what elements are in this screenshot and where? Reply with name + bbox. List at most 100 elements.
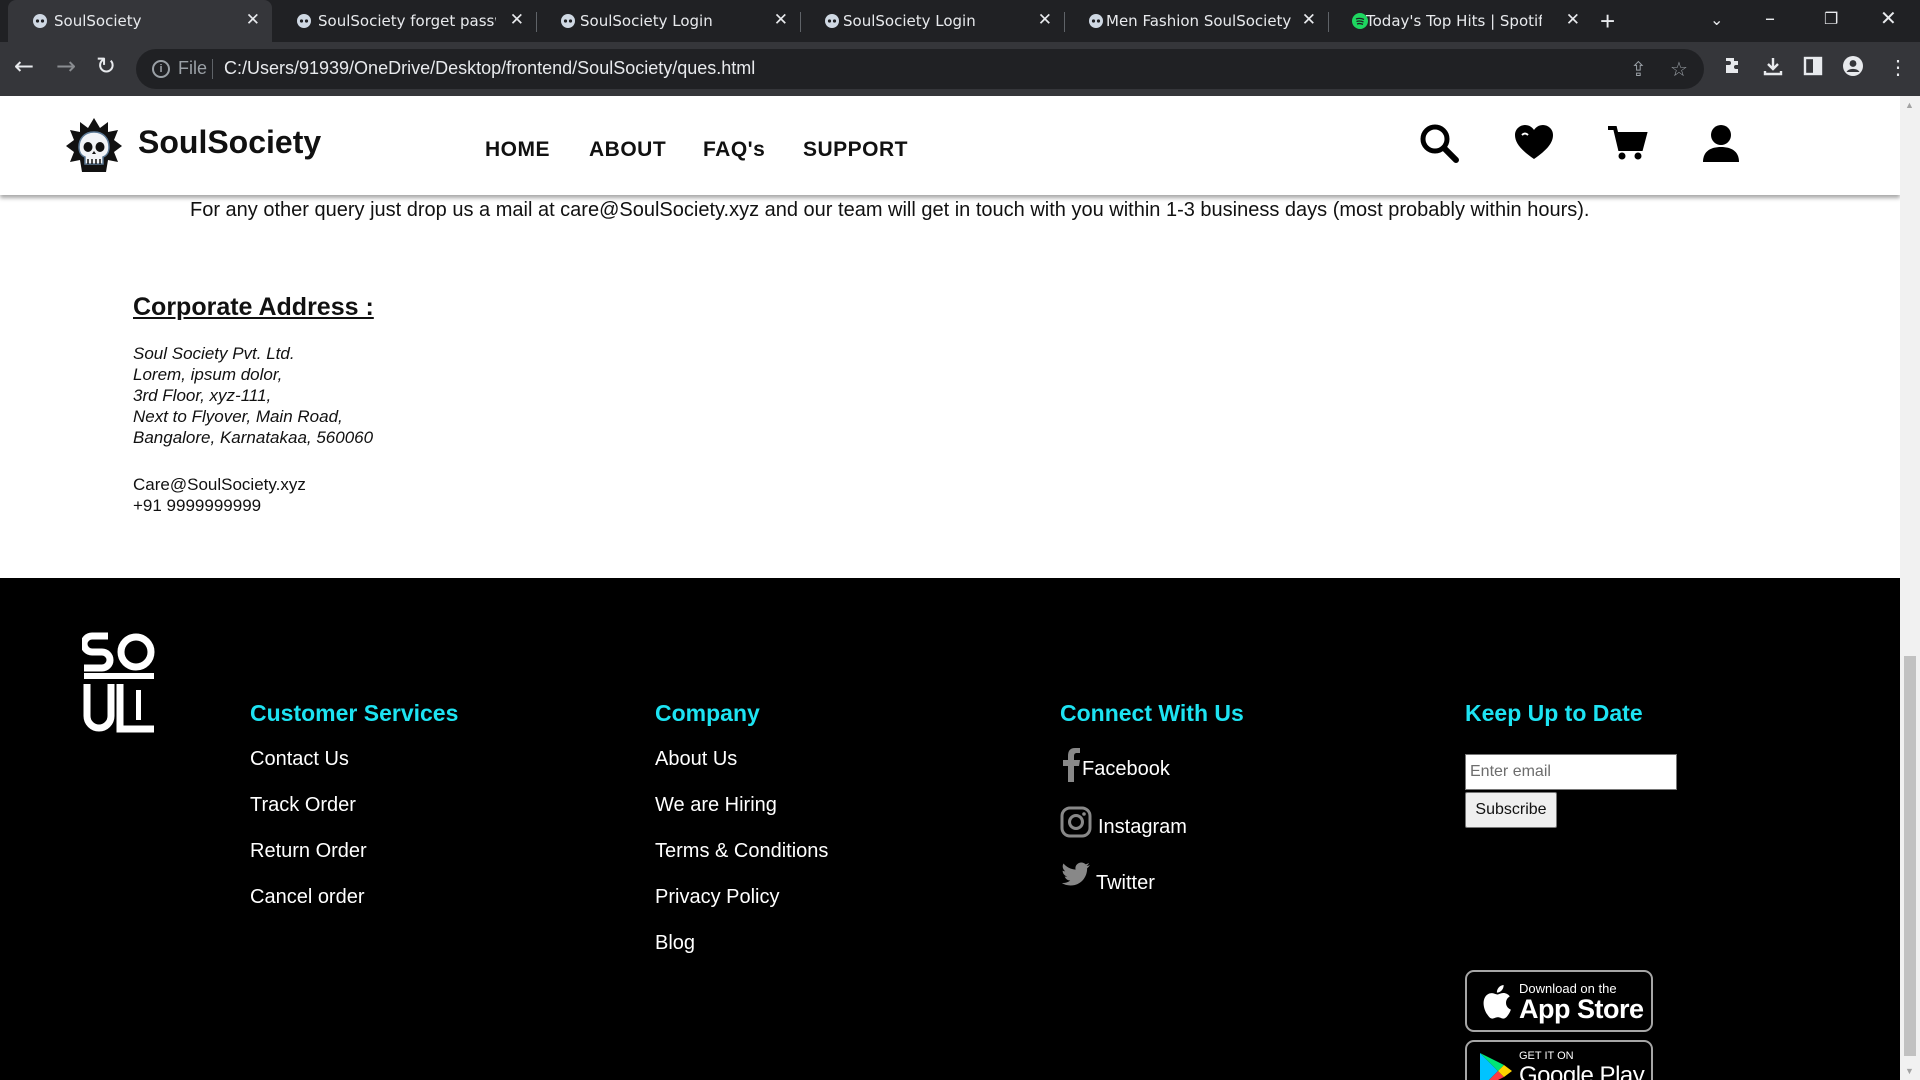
skull-favicon-icon <box>33 14 47 28</box>
search-icon[interactable] <box>1418 122 1460 164</box>
skull-favicon-icon <box>297 14 311 28</box>
google-play-big: Google Play <box>1519 1062 1645 1080</box>
close-tab-icon[interactable]: ✕ <box>510 10 524 30</box>
browser-tab[interactable]: SoulSociety forget password ✕ <box>272 0 536 42</box>
skull-favicon-icon <box>1089 14 1103 28</box>
social-instagram[interactable]: Instagram <box>1060 806 1220 842</box>
side-panel-icon[interactable] <box>1802 55 1824 77</box>
new-tab-button[interactable]: + <box>1600 6 1615 37</box>
browser-tab[interactable]: SoulSociety Login ✕ <box>536 0 800 42</box>
tab-title: SoulSociety Login <box>843 12 976 30</box>
contact-phone: +91 9999999999 <box>133 496 262 515</box>
close-tab-icon[interactable]: ✕ <box>246 10 260 30</box>
soul-society-logo-icon <box>82 632 155 733</box>
customer-services-heading: Customer Services <box>250 700 459 726</box>
footer-link-track-order[interactable]: Track Order <box>250 794 356 817</box>
facebook-icon <box>1063 748 1080 782</box>
skull-logo-icon[interactable] <box>62 114 126 178</box>
cart-icon[interactable] <box>1606 122 1648 164</box>
newsletter-heading: Keep Up to Date <box>1465 700 1643 726</box>
browser-tab[interactable]: Today's Top Hits | Spotify Playlist ✕ <box>1328 0 1592 42</box>
corporate-address-heading: Corporate Address : <box>133 293 374 321</box>
browser-tab[interactable]: SoulSociety ✕ <box>8 0 272 42</box>
footer-link-return-order[interactable]: Return Order <box>250 840 367 863</box>
scroll-up-arrow-icon[interactable]: ▲ <box>1905 100 1914 110</box>
page-scrollbar[interactable]: ▲ ▼ <box>1900 96 1920 1080</box>
nav-faqs[interactable]: FAQ's <box>703 138 765 162</box>
reload-icon[interactable]: ↻ <box>96 52 116 80</box>
address-line: Next to Flyover, Main Road, <box>133 407 343 426</box>
close-tab-icon[interactable]: ✕ <box>1566 10 1580 30</box>
apple-icon <box>1483 985 1511 1019</box>
footer-link-contact-us[interactable]: Contact Us <box>250 748 349 771</box>
menu-kebab-icon[interactable]: ⋮ <box>1888 55 1908 80</box>
tab-title: SoulSociety Login <box>580 12 713 30</box>
heart-icon[interactable] <box>1513 122 1555 164</box>
nav-support[interactable]: SUPPORT <box>803 138 908 162</box>
browser-tab[interactable]: Men Fashion SoulSociety ✕ <box>1064 0 1328 42</box>
instagram-icon <box>1060 806 1092 838</box>
address-line: Lorem, ipsum dolor, <box>133 365 283 384</box>
address-bar[interactable]: i File C:/Users/91939/OneDrive/Desktop/f… <box>136 49 1704 89</box>
download-icon[interactable] <box>1762 55 1784 77</box>
close-tab-icon[interactable]: ✕ <box>774 10 788 30</box>
tab-title: Men Fashion SoulSociety <box>1106 12 1291 30</box>
social-label: Twitter <box>1096 872 1155 894</box>
subscribe-button[interactable]: Subscribe <box>1465 792 1557 828</box>
social-label: Instagram <box>1098 816 1187 838</box>
newsletter-email-input[interactable] <box>1465 754 1677 790</box>
window-close-icon[interactable]: ✕ <box>1880 6 1897 30</box>
browser-toolbar: ← → ↻ i File C:/Users/91939/OneDrive/Des… <box>0 42 1920 96</box>
tab-search-icon[interactable]: ⌄ <box>1710 10 1723 29</box>
scrollbar-thumb[interactable] <box>1904 656 1916 1056</box>
connect-heading: Connect With Us <box>1060 700 1244 726</box>
nav-about[interactable]: ABOUT <box>589 138 666 162</box>
query-text: For any other query just drop us a mail … <box>190 199 1590 221</box>
google-play-small: GET IT ON <box>1519 1050 1574 1062</box>
skull-favicon-icon <box>825 14 839 28</box>
close-tab-icon[interactable]: ✕ <box>1302 10 1316 30</box>
social-facebook[interactable]: Facebook <box>1060 748 1200 784</box>
app-store-badge[interactable]: Download on the App Store <box>1465 970 1653 1032</box>
footer-link-privacy[interactable]: Privacy Policy <box>655 886 779 909</box>
minimize-icon[interactable]: – <box>1765 6 1775 30</box>
company-heading: Company <box>655 700 760 726</box>
restore-icon[interactable]: ❐ <box>1824 9 1838 28</box>
tab-title: SoulSociety forget password <box>318 12 496 30</box>
social-label: Facebook <box>1082 758 1170 780</box>
footer-link-about-us[interactable]: About Us <box>655 748 737 771</box>
twitter-icon <box>1061 862 1090 886</box>
app-store-big: App Store <box>1519 994 1644 1024</box>
address-divider <box>212 59 213 79</box>
tab-title: Today's Top Hits | Spotify Playlist <box>1366 12 1542 30</box>
address-line: Soul Society Pvt. Ltd. <box>133 344 295 363</box>
address-line: 3rd Floor, xyz-111, <box>133 386 272 405</box>
site-header: SoulSociety HOME ABOUT FAQ's SUPPORT <box>0 96 1900 195</box>
footer-link-hiring[interactable]: We are Hiring <box>655 794 777 817</box>
user-icon[interactable] <box>1700 122 1742 164</box>
site-footer: Customer Services Contact Us Track Order… <box>0 578 1900 1080</box>
scroll-down-arrow-icon[interactable]: ▼ <box>1905 1066 1914 1076</box>
skull-favicon-icon <box>561 14 575 28</box>
bookmark-star-icon[interactable]: ☆ <box>1670 57 1688 82</box>
footer-link-blog[interactable]: Blog <box>655 932 695 955</box>
close-tab-icon[interactable]: ✕ <box>1038 10 1052 30</box>
contact-email: Care@SoulSociety.xyz <box>133 475 306 494</box>
info-icon[interactable]: i <box>152 60 170 78</box>
share-icon[interactable]: ⇪ <box>1630 57 1647 82</box>
browser-tab-bar: SoulSociety ✕ SoulSociety forget passwor… <box>0 0 1920 42</box>
social-twitter[interactable]: Twitter <box>1060 862 1200 898</box>
forward-icon[interactable]: → <box>56 52 76 80</box>
back-icon[interactable]: ← <box>14 52 34 80</box>
profile-icon[interactable] <box>1842 55 1864 77</box>
url-text[interactable]: C:/Users/91939/OneDrive/Desktop/frontend… <box>224 58 755 79</box>
nav-home[interactable]: HOME <box>485 138 550 162</box>
footer-link-terms[interactable]: Terms & Conditions <box>655 840 828 863</box>
google-play-badge[interactable]: GET IT ON Google Play <box>1465 1040 1653 1080</box>
extensions-icon[interactable] <box>1722 55 1744 77</box>
footer-link-cancel-order[interactable]: Cancel order <box>250 886 365 909</box>
browser-tab[interactable]: SoulSociety Login ✕ <box>800 0 1064 42</box>
website-viewport: SoulSociety HOME ABOUT FAQ's SUPPORT For… <box>0 96 1900 1080</box>
address-line: Bangalore, Karnatakaa, 560060 <box>133 428 374 447</box>
brand-name[interactable]: SoulSociety <box>138 124 321 161</box>
